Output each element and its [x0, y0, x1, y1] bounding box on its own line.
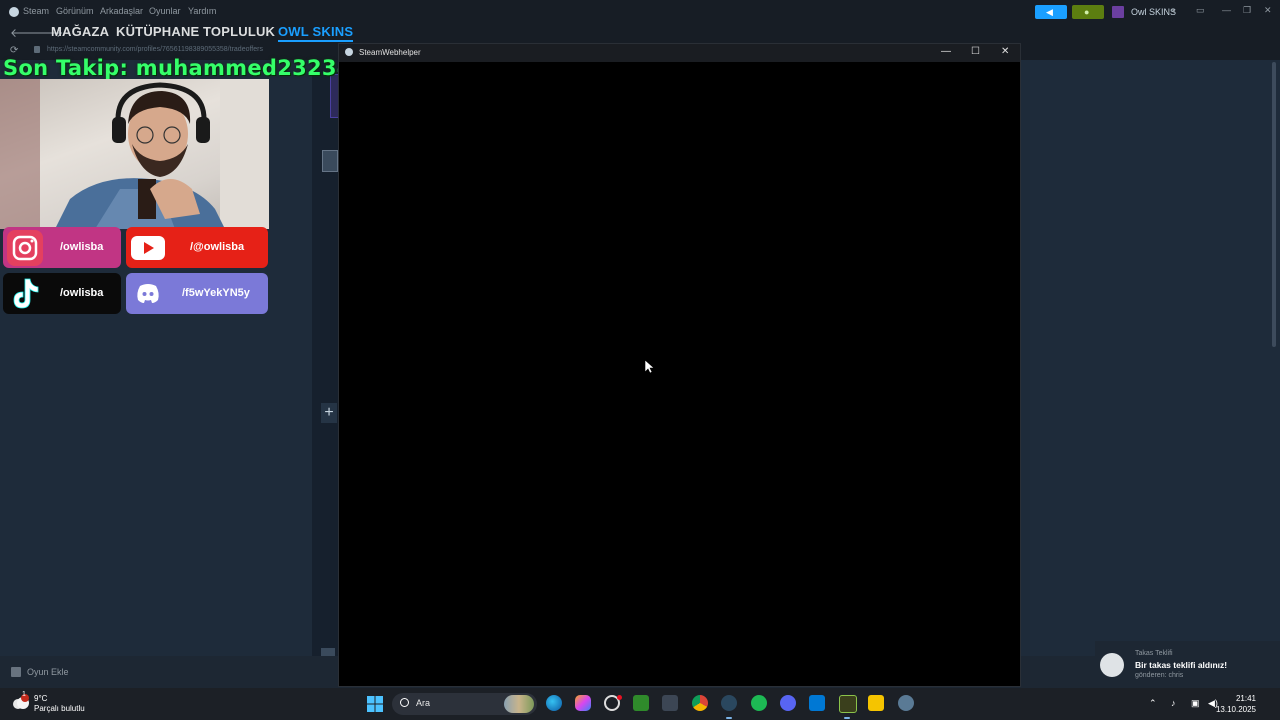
tiktok-icon [13, 278, 39, 309]
webcam-feed [0, 79, 269, 229]
notification-subtitle: gönderen: chris [1135, 672, 1184, 679]
weather-temp: 9°C [34, 694, 48, 703]
youtube-icon [131, 236, 165, 260]
notification-title: Bir takas teklifi aldınız! [1135, 660, 1228, 670]
url-text[interactable]: https://steamcommunity.com/profiles/7656… [47, 46, 263, 53]
menu-steam[interactable]: Steam [23, 6, 49, 16]
discord-handle: /f5wYekYN5y [182, 287, 250, 299]
instagram-card: /owlisba [3, 227, 121, 268]
microphone-icon[interactable]: ♪ [1171, 698, 1176, 708]
tab-profile[interactable]: OWL SKINS [278, 24, 354, 42]
search-placeholder: Ara [416, 698, 431, 708]
steam-menu-bar: Steam Görünüm Arkadaşlar Oyunlar Yardım … [0, 0, 1280, 24]
terminal-icon[interactable] [839, 695, 857, 713]
discord-icon [137, 284, 159, 303]
active-indicator [726, 717, 732, 719]
plus-icon [11, 667, 21, 677]
big-picture-icon[interactable]: ▭ [1196, 5, 1205, 16]
page-scrollbar[interactable] [1272, 62, 1276, 347]
vscode-icon[interactable] [809, 695, 825, 711]
tiktok-handle: /owlisba [60, 287, 104, 299]
avatar[interactable] [1112, 6, 1124, 18]
youtube-handle: /@owlisba [190, 241, 245, 253]
chevron-down-icon[interactable]: ▾ [1172, 7, 1176, 15]
app-icon[interactable] [662, 695, 678, 711]
spotify-icon[interactable] [751, 695, 767, 711]
minimize-icon[interactable]: — [1222, 5, 1231, 15]
window-titlebar[interactable]: SteamWebhelper — ☐ ✕ [339, 44, 1020, 62]
item-thumbnail[interactable] [321, 648, 335, 656]
file-explorer-icon[interactable] [868, 695, 884, 711]
minimize-icon[interactable]: — [941, 46, 951, 57]
instagram-handle: /owlisba [60, 241, 104, 253]
settings-icon[interactable] [898, 695, 914, 711]
announcements-button[interactable]: ◀ [1035, 5, 1067, 19]
clock-time[interactable]: 21:41 [1236, 694, 1256, 703]
notification-header: Takas Teklifi [1135, 650, 1173, 657]
mouse-cursor-icon [645, 360, 655, 374]
latest-follower-text: Son Takip: muhammed232345 [3, 56, 367, 80]
weather-desc: Parçalı bulutlu [34, 704, 85, 713]
active-indicator [844, 717, 850, 719]
close-icon[interactable]: ✕ [1001, 46, 1009, 57]
clock-date[interactable]: 13.10.2025 [1216, 705, 1256, 714]
tiktok-card: /owlisba [3, 273, 121, 314]
menu-help[interactable]: Yardım [188, 6, 216, 16]
chevron-up-icon[interactable]: ⌃ [1149, 698, 1157, 709]
discord-icon[interactable] [780, 695, 796, 711]
steam-logo-icon [9, 7, 19, 17]
refresh-icon[interactable]: ⟳ [10, 45, 18, 56]
weather-widget[interactable] [12, 694, 30, 710]
steam-icon[interactable] [721, 695, 737, 711]
item-thumbnail[interactable] [322, 150, 338, 172]
megaphone-icon: ◀ [1046, 7, 1053, 17]
windows-taskbar: 1 9°C Parçalı bulutlu Ara ⌃ ♪ ▣ ◀) 21:41… [0, 688, 1280, 720]
menu-view[interactable]: Görünüm [56, 6, 94, 16]
youtube-card: /@owlisba [126, 227, 268, 268]
window-title: SteamWebhelper [359, 48, 421, 57]
steam-logo-icon [1100, 653, 1124, 677]
minecraft-icon[interactable] [633, 695, 649, 711]
add-game-button[interactable]: Oyun Ekle [27, 667, 69, 677]
steam-webhelper-window: SteamWebhelper — ☐ ✕ [338, 43, 1021, 687]
taskbar-search[interactable]: Ara [392, 693, 537, 715]
menu-games[interactable]: Oyunlar [149, 6, 181, 16]
tab-store[interactable]: MAĞAZA [51, 24, 109, 39]
chrome-icon[interactable] [692, 695, 708, 711]
weather-badge: 1 [22, 691, 26, 698]
bell-icon: ● [1084, 7, 1090, 17]
network-icon[interactable]: ▣ [1191, 698, 1200, 709]
cloud-icon [13, 694, 29, 709]
discord-card: /f5wYekYN5y [126, 273, 268, 314]
steam-logo-icon [345, 48, 353, 56]
tab-community[interactable]: TOPLULUK [203, 24, 275, 39]
close-icon[interactable]: ✕ [1264, 5, 1272, 16]
tab-library[interactable]: KÜTÜPHANE [116, 24, 199, 39]
lock-icon [34, 46, 40, 53]
notification-dot [617, 695, 622, 700]
add-item-button[interactable]: + [321, 403, 337, 423]
maximize-icon[interactable]: ☐ [971, 46, 980, 57]
profile-name[interactable]: Owl SKINS [1131, 7, 1176, 17]
windows-start-icon[interactable] [367, 696, 383, 712]
menu-friends[interactable]: Arkadaşlar [100, 6, 143, 16]
restore-icon[interactable]: ❐ [1243, 5, 1251, 16]
notifications-button[interactable]: ● [1072, 5, 1104, 19]
trade-offer-notification[interactable]: Takas Teklifi Bir takas teklifi aldınız!… [1095, 641, 1280, 688]
edge-icon[interactable] [546, 695, 562, 711]
search-icon [400, 698, 409, 707]
steam-nav-bar: 🡐 🡒 MAĞAZA KÜTÜPHANE TOPLULUK OWL SKINS [0, 24, 1280, 42]
copilot-icon[interactable] [575, 695, 591, 711]
search-highlight-image [504, 695, 534, 713]
instagram-icon [7, 230, 43, 266]
